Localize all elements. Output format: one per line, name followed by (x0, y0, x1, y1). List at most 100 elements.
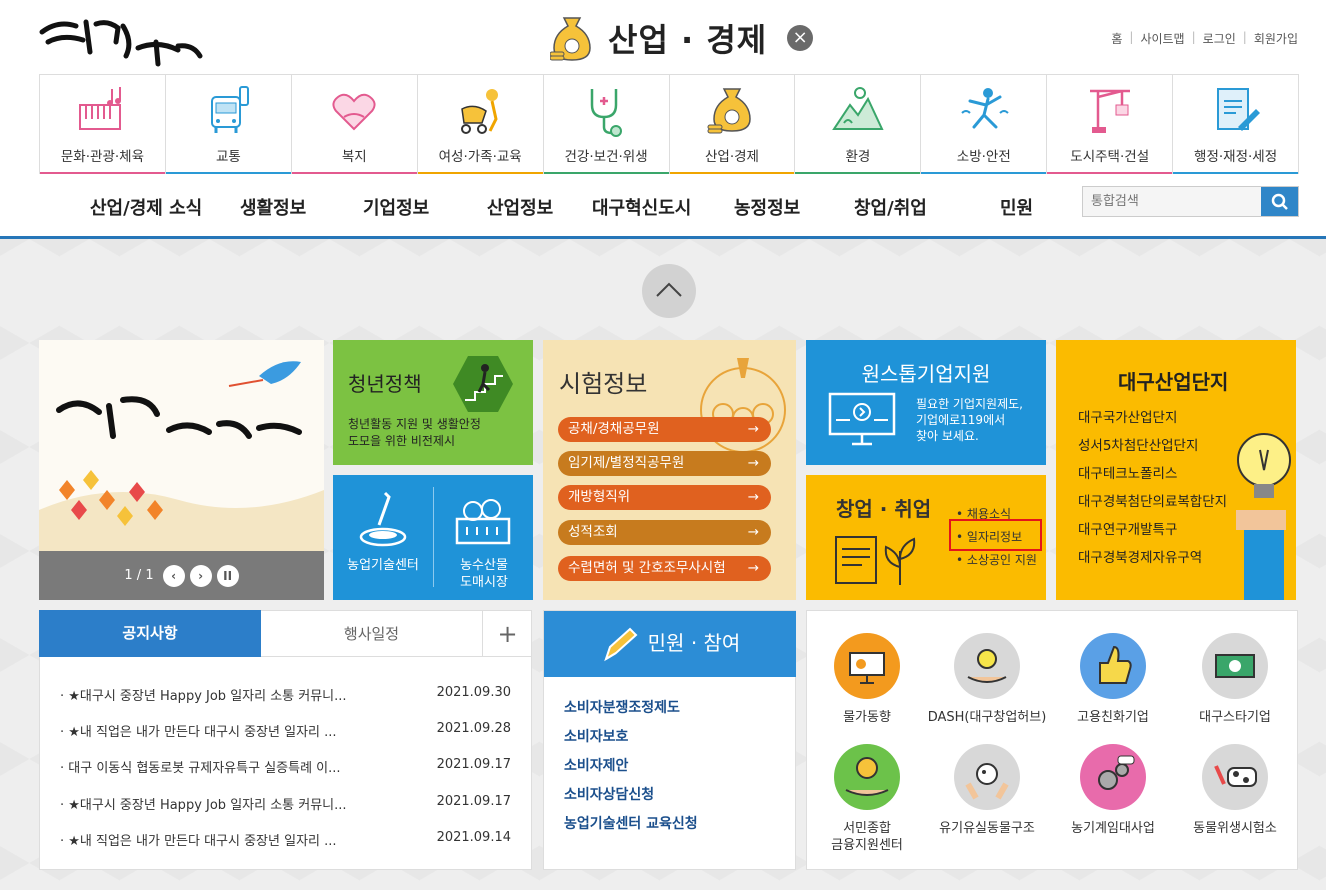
category-family[interactable]: 여성·가족·교육 (417, 75, 544, 174)
category-traffic[interactable]: 교통 (165, 75, 292, 174)
more-button[interactable]: + (482, 611, 532, 657)
exam-link-open[interactable]: 개방형직위 → (558, 485, 771, 510)
monitor-icon (828, 392, 896, 446)
next-slide-button[interactable]: › (189, 564, 212, 587)
category-admin[interactable]: 행정·재정·세정 (1173, 75, 1299, 174)
category-label: 산업·경제 (704, 149, 759, 165)
cow-icon (1202, 744, 1268, 810)
notice-row[interactable]: · ★내 직업은 내가 만든다 대구시 중장년 일자리 ... 2021.09.1… (60, 830, 511, 850)
industry-link-5[interactable]: 대구경북경제자유구역 (1078, 546, 1202, 566)
category-culture[interactable]: 문화·관광·체육 (40, 75, 166, 174)
exam-info-tile: 시험정보 공채/경채공무원 → 임기제/별정직공무원 → 개방형직위 → 성적조회 → … (543, 340, 796, 600)
mountain-icon (832, 87, 884, 130)
exam-link-public[interactable]: 공채/경채공무원 → (558, 417, 771, 442)
exam-link-contract[interactable]: 임기제/별정직공무원 → (558, 451, 771, 476)
utility-links: 홈 | 사이트맵 | 로그인 | 회원가입 (1111, 30, 1298, 47)
document-plant-icon (835, 536, 916, 585)
collapse-button[interactable] (642, 264, 696, 318)
prev-slide-button[interactable]: ‹ (162, 564, 185, 587)
rescue-icon (961, 88, 1009, 129)
category-label: 행정·재정·세정 (1194, 149, 1278, 165)
money-hand-icon (834, 744, 900, 810)
moneybag-icon (550, 17, 591, 61)
civil-link-1[interactable]: 소비자보호 (564, 726, 628, 746)
quick-finance-center[interactable]: 서민종합 금융지원센터 (807, 744, 927, 854)
startup-link-smallbiz[interactable]: • 소상공인 지원 (956, 551, 1037, 568)
category-health[interactable]: 건강·보건·위생 (543, 75, 670, 174)
category-welfare[interactable]: 복지 (291, 75, 418, 174)
login-link[interactable]: 로그인 (1203, 30, 1236, 47)
industry-link-0[interactable]: 대구국가산업단지 (1078, 406, 1177, 426)
highlight-box (949, 519, 1042, 551)
quick-price-trend[interactable]: 물가동향 (807, 633, 927, 726)
sitemap-link[interactable]: 사이트맵 (1140, 30, 1184, 47)
nav-news[interactable]: 산업/경제 소식 (90, 194, 202, 220)
industrial-complex-tile: 대구산업단지 대구국가산업단지 성서5차첨단산업단지 대구테크노폴리스 대구경북… (1056, 340, 1296, 600)
civil-link-3[interactable]: 소비자상담신청 (564, 784, 654, 804)
moneybag-icon (707, 88, 751, 134)
civil-link-0[interactable]: 소비자분쟁조정제도 (564, 697, 680, 717)
nav-company[interactable]: 기업정보 (363, 194, 429, 220)
tile-title: 대구산업단지 (1118, 370, 1229, 394)
nav-agriculture[interactable]: 농정정보 (734, 194, 800, 220)
category-economy[interactable]: 산업·경제 (669, 75, 796, 174)
stethoscope-icon (590, 89, 623, 137)
dog-hands-icon (954, 744, 1020, 810)
chevron-up-icon (656, 282, 682, 297)
crane-icon (1089, 89, 1130, 133)
close-button[interactable]: × (787, 25, 814, 51)
civil-title: 민원 · 참여 (647, 631, 741, 655)
industry-link-3[interactable]: 대구경북첨단의료복합단지 (1078, 490, 1227, 510)
wholesale-market-link[interactable]: 농수산물 도매시장 (439, 557, 529, 591)
exam-link-score[interactable]: 성적조회 → (558, 520, 771, 545)
pencil-icon (603, 627, 638, 661)
signup-link[interactable]: 회원가입 (1254, 30, 1298, 47)
quick-animal-hygiene[interactable]: 동물위생시험소 (1175, 744, 1295, 837)
industry-link-1[interactable]: 성서5차첨단산업단지 (1078, 434, 1198, 454)
nav-startup-jobs[interactable]: 창업/취업 (854, 194, 927, 220)
category-label: 복지 (341, 149, 367, 165)
notice-row[interactable]: · ★내 직업은 내가 만든다 대구시 중장년 일자리 ... 2021.09.2… (60, 721, 511, 741)
industry-link-2[interactable]: 대구테크노폴리스 (1078, 462, 1177, 482)
nav-innovation-city[interactable]: 대구혁신도시 (592, 194, 691, 220)
site-logo[interactable] (38, 12, 203, 68)
category-housing[interactable]: 도시주택·건설 (1047, 75, 1174, 174)
search-input[interactable] (1083, 187, 1261, 216)
civil-link-4[interactable]: 농업기술센터 교육신청 (564, 813, 698, 833)
produce-box-icon (455, 499, 511, 545)
search-button[interactable] (1261, 187, 1298, 216)
civil-link-2[interactable]: 소비자제안 (564, 755, 628, 775)
quick-animal-rescue[interactable]: 유기유실동물구조 (927, 744, 1047, 837)
tile-title: 창업 · 취업 (836, 497, 932, 521)
banner-image (39, 340, 324, 551)
youth-policy-tile[interactable]: 청년정책 청년활동 지원 및 생활안정 도모을 위한 비전제시 (333, 340, 533, 465)
search-icon (1271, 193, 1288, 210)
agri-center-link[interactable]: 농업기술센터 (339, 557, 427, 574)
nav-life[interactable]: 생활정보 (240, 194, 306, 220)
notice-row[interactable]: · 대구 이동식 협동로봇 규제자유특구 실증특례 이... 2021.09.17 (60, 757, 511, 777)
nav-civil[interactable]: 민원 (1000, 194, 1033, 220)
industry-link-4[interactable]: 대구연구개발특구 (1078, 518, 1177, 538)
nav-industry[interactable]: 산업정보 (487, 194, 553, 220)
notice-row[interactable]: · ★대구시 중장년 Happy Job 일자리 소통 커뮤니... 2021.0… (60, 685, 511, 705)
category-safety[interactable]: 소방·안전 (921, 75, 1048, 174)
pause-button[interactable]: II (216, 564, 239, 587)
onestop-support-tile[interactable]: 원스톱기업지원 필요한 기업지원제도, 기업에로119에서 찾아 보세요. (806, 340, 1046, 465)
quick-employment-friendly[interactable]: 고용친화기업 (1053, 633, 1173, 726)
exam-link-license[interactable]: 수렵면허 및 간호조무사시험 → (558, 556, 771, 581)
stairs-person-icon (453, 356, 513, 412)
money-bill-icon (1202, 633, 1268, 699)
main-nav: 산업/경제 소식 생활정보 기업정보 산업정보 대구혁신도시 농정정보 창업/취… (78, 186, 1058, 226)
civil-header: 민원 · 참여 (544, 611, 796, 677)
main-banner-slider[interactable]: 1 / 1 ‹ › II (39, 340, 324, 600)
category-environment[interactable]: 환경 (795, 75, 922, 174)
tab-notice[interactable]: 공지사항 (39, 610, 261, 657)
petri-dish-icon (359, 491, 407, 547)
quick-dash[interactable]: DASH(대구창업허브) (927, 633, 1047, 726)
quick-links-panel: 물가동향 DASH(대구창업허브) 고용친화기업 대구스타기업 서민종합 금융지원… (806, 610, 1298, 870)
tab-events[interactable]: 행사일정 (261, 611, 482, 657)
notice-row[interactable]: · ★대구시 중장년 Happy Job 일자리 소통 커뮤니... 2021.0… (60, 794, 511, 814)
quick-star-company[interactable]: 대구스타기업 (1175, 633, 1295, 726)
home-link[interactable]: 홈 (1111, 30, 1122, 47)
quick-machine-rental[interactable]: 농기계임대사업 (1053, 744, 1173, 837)
